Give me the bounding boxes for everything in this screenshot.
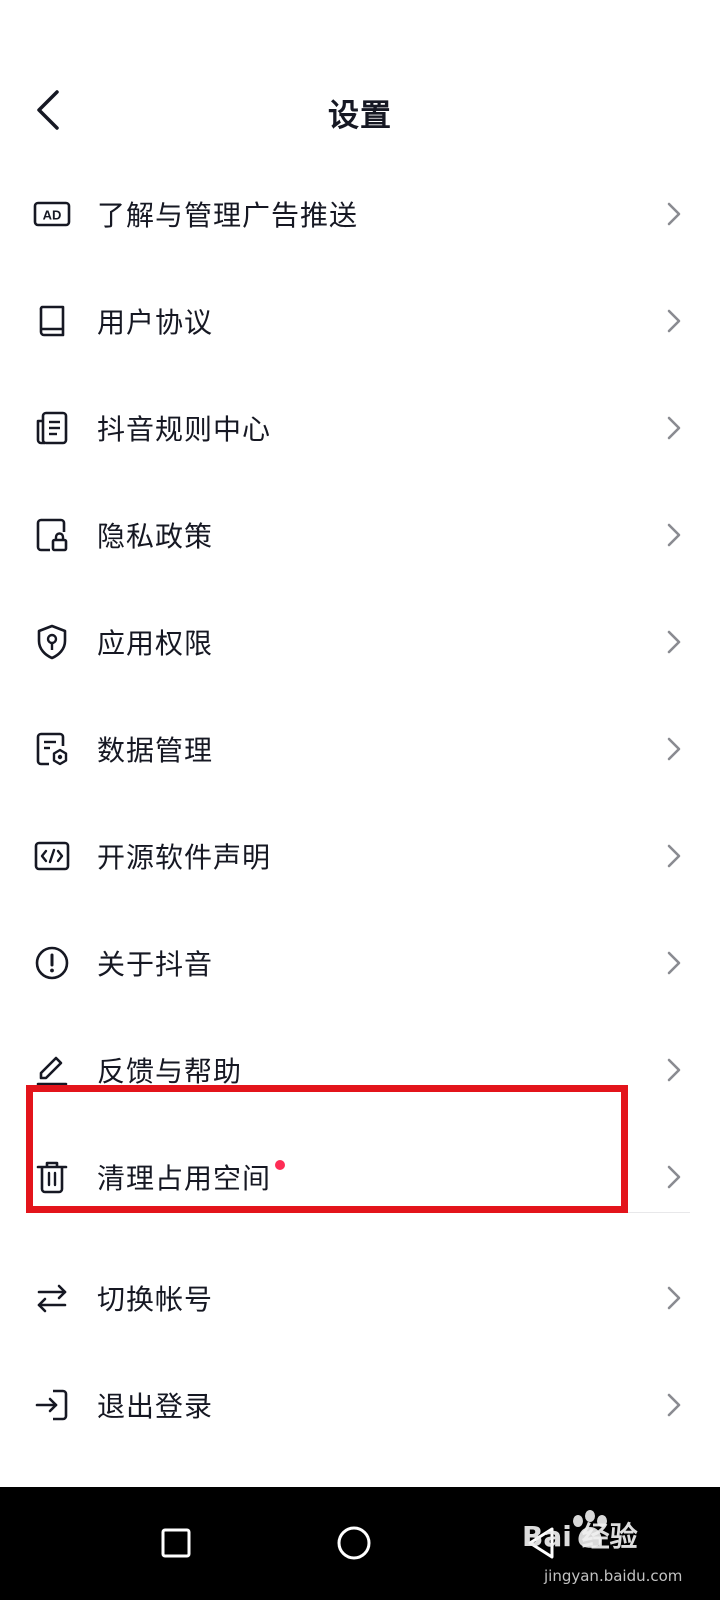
chevron-right-icon [662,520,686,550]
book-icon [33,302,71,340]
settings-item-label: 开源软件声明 [97,840,272,874]
lock-document-icon [33,516,71,554]
page-title: 设置 [328,98,392,134]
ad-icon: AD [33,195,71,233]
settings-item-rules-center[interactable]: 抖音规则中心 [0,374,720,481]
chevron-right-icon [662,1390,686,1420]
code-icon [33,837,71,875]
settings-item-label: 应用权限 [97,626,214,660]
chevron-right-icon [662,1055,686,1085]
home-button[interactable] [318,1507,390,1579]
settings-item-clear-storage[interactable]: 清理占用空间 [0,1123,720,1230]
settings-item-label: 数据管理 [97,733,214,767]
header-bar: 设置 [0,60,720,160]
chevron-right-icon [662,948,686,978]
svg-text:AD: AD [43,207,62,222]
settings-item-open-source[interactable]: 开源软件声明 [0,802,720,909]
baidu-jingyan-watermark: Bai 经验 jingyan.baidu.com [522,1509,692,1589]
settings-item-label: 反馈与帮助 [97,1054,243,1088]
settings-item-label-text: 清理占用空间 [97,1161,272,1195]
watermark-url: jingyan.baidu.com [544,1567,683,1585]
chevron-right-icon [662,841,686,871]
notification-dot [275,1159,286,1170]
recent-apps-button[interactable] [140,1507,212,1579]
system-nav-bar: Bai 经验 jingyan.baidu.com [0,1487,720,1600]
settings-item-label: 了解与管理广告推送 [97,198,359,232]
switch-arrows-icon [33,1279,71,1317]
settings-item-label: 清理占用空间 [97,1157,286,1197]
watermark-logo-text: Bai 经验 [522,1520,638,1553]
circle-icon [337,1526,371,1560]
square-icon [161,1528,191,1558]
settings-item-label: 切换帐号 [97,1282,214,1316]
settings-item-user-agreement[interactable]: 用户协议 [0,267,720,374]
pencil-icon [33,1051,71,1089]
settings-item-label: 隐私政策 [97,519,214,553]
settings-item-label: 抖音规则中心 [97,412,272,446]
settings-item-label: 退出登录 [97,1389,214,1423]
settings-list: AD 了解与管理广告推送 用户协议 抖音规则中心 隐私政策 应用权限 数据管理 … [0,160,720,1458]
trash-icon [33,1158,71,1196]
chevron-right-icon [662,734,686,764]
document-list-icon [33,409,71,447]
settings-item-label: 用户协议 [97,305,214,339]
chevron-right-icon [662,1162,686,1192]
info-circle-icon [33,944,71,982]
shield-key-icon [33,623,71,661]
settings-item-ad-management[interactable]: AD 了解与管理广告推送 [0,160,720,267]
section-divider [628,1212,690,1213]
settings-item-app-permissions[interactable]: 应用权限 [0,588,720,695]
document-gear-icon [33,730,71,768]
chevron-right-icon [662,413,686,443]
chevron-right-icon [662,306,686,336]
settings-item-data-management[interactable]: 数据管理 [0,695,720,802]
settings-item-logout[interactable]: 退出登录 [0,1351,720,1458]
chevron-right-icon [662,627,686,657]
settings-item-about[interactable]: 关于抖音 [0,909,720,1016]
settings-item-label: 关于抖音 [97,947,214,981]
chevron-right-icon [662,1283,686,1313]
settings-item-privacy-policy[interactable]: 隐私政策 [0,481,720,588]
settings-item-switch-account[interactable]: 切换帐号 [0,1244,720,1351]
settings-item-feedback-help[interactable]: 反馈与帮助 [0,1016,720,1123]
chevron-right-icon [662,199,686,229]
logout-icon [33,1386,71,1424]
